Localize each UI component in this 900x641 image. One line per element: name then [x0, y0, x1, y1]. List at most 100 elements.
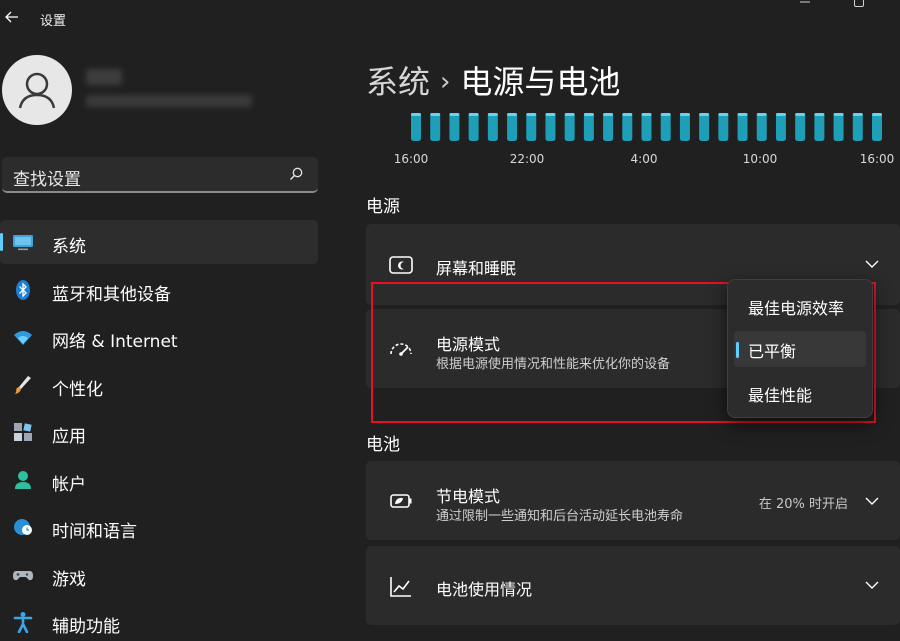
chart-bar: [430, 113, 441, 141]
chart-bar-cap: [833, 113, 844, 116]
sidebar-item-apps[interactable]: 应用: [0, 410, 318, 454]
chart-bar: [411, 113, 421, 141]
chart-bar: [622, 113, 633, 141]
apps-icon: [12, 421, 34, 443]
chart-bar: [641, 113, 652, 141]
chart-bar-cap: [468, 113, 479, 116]
chart-bar: [526, 113, 537, 141]
app-title: 设置: [40, 14, 67, 29]
power-mode-dropdown[interactable]: 最佳电源效率 已平衡 最佳性能: [727, 279, 873, 418]
chart-bar: [603, 113, 614, 141]
chevron-down-icon[interactable]: [864, 256, 880, 272]
chart-bar: [449, 113, 460, 141]
breadcrumb-parent[interactable]: 系统: [366, 63, 430, 101]
battery-saver-card[interactable]: 节电模式 通过限制一些通知和后台活动延长电池寿命 在 20% 时开启: [366, 461, 900, 540]
chart-bar-cap: [699, 113, 710, 116]
battery-saver-title: 节电模式: [436, 487, 501, 506]
avatar[interactable]: [2, 55, 72, 125]
search-input[interactable]: 查找设置: [13, 165, 81, 190]
chart-bar-cap: [795, 113, 806, 116]
chart-bar-cap: [507, 113, 518, 116]
sidebar-item-personalization[interactable]: 个性化: [0, 363, 318, 407]
chart-bar: [718, 113, 729, 141]
gamepad-icon: [12, 564, 34, 586]
sidebar-item-system[interactable]: 系统: [0, 220, 318, 264]
chart-bar: [699, 113, 710, 141]
chart-bar: [679, 113, 690, 141]
dropdown-option-balanced[interactable]: 已平衡: [734, 331, 866, 367]
sidebar-item-label: 帐户: [52, 474, 86, 495]
chart-bar: [564, 113, 575, 141]
chart-bar-cap: [411, 113, 421, 116]
chart-bar-cap: [718, 113, 729, 116]
battery-usage-title: 电池使用情况: [436, 580, 533, 599]
dropdown-option-label: 最佳性能: [748, 386, 813, 405]
chart-bar-cap: [775, 113, 786, 116]
section-title-battery: 电池: [366, 435, 400, 455]
chart-bar-cap: [564, 113, 575, 116]
account-icon: [12, 469, 34, 491]
chart-bar-cap: [430, 113, 441, 116]
chart-bar-cap: [756, 113, 767, 116]
chart-tick-label: 4:00: [631, 152, 658, 166]
chart-bar: [872, 113, 882, 141]
globe-clock-icon: [12, 516, 34, 538]
wifi-icon: [12, 326, 34, 348]
page-title: 电源与电池: [460, 63, 621, 101]
battery-saver-subtitle: 通过限制一些通知和后台活动延长电池寿命: [436, 509, 684, 524]
search-icon[interactable]: [288, 166, 304, 182]
chart-bar: [795, 113, 806, 141]
chart-bar-cap: [660, 113, 671, 116]
minimize-icon[interactable]: [796, 0, 816, 10]
title-bar: 设置: [0, 0, 900, 38]
section-title-power: 电源: [366, 197, 400, 217]
dropdown-option-best-performance[interactable]: 最佳性能: [734, 375, 866, 411]
chart-bar: [756, 113, 767, 141]
profile-email-blurred: [86, 95, 252, 107]
sidebar-item-network[interactable]: 网络 & Internet: [0, 315, 318, 359]
sidebar-item-bluetooth[interactable]: 蓝牙和其他设备: [0, 268, 318, 312]
sidebar-item-label: 网络 & Internet: [52, 332, 178, 352]
dropdown-option-label: 已平衡: [748, 342, 797, 361]
chart-bar-cap: [872, 113, 882, 116]
chart-tick-label: 16:00: [394, 152, 429, 166]
chevron-down-icon[interactable]: [864, 577, 880, 593]
power-mode-subtitle: 根据电源使用情况和性能来优化你的设备: [436, 357, 671, 372]
chart-tick-label: 10:00: [743, 152, 778, 166]
chart-bar: [737, 113, 748, 141]
sidebar-item-gaming[interactable]: 游戏: [0, 553, 318, 597]
search-box[interactable]: 查找设置: [2, 157, 318, 193]
sidebar-item-label: 应用: [52, 427, 86, 447]
sidebar-item-accounts[interactable]: 帐户: [0, 458, 318, 502]
chart-bar-cap: [814, 113, 825, 116]
speedometer-icon: [388, 336, 414, 362]
bluetooth-icon: [12, 279, 34, 301]
monitor-icon: [12, 231, 34, 253]
sidebar-item-accessibility[interactable]: 辅助功能: [0, 600, 318, 641]
chart-line-icon: [388, 574, 414, 600]
chart-bar-cap: [852, 113, 863, 116]
battery-leaf-icon: [388, 488, 414, 514]
chart-bar: [852, 113, 863, 141]
sidebar-item-time-language[interactable]: 时间和语言: [0, 505, 318, 549]
screen-sleep-title: 屏幕和睡眠: [436, 259, 517, 278]
back-arrow-icon[interactable]: [2, 7, 22, 27]
profile-name-blurred: [86, 69, 122, 85]
chart-bar: [814, 113, 825, 141]
chart-bar: [545, 113, 556, 141]
maximize-icon[interactable]: [850, 0, 870, 10]
chevron-down-icon[interactable]: [864, 493, 880, 509]
chart-bar-cap: [679, 113, 690, 116]
active-indicator: [0, 233, 3, 251]
screen-sleep-icon: [388, 252, 414, 278]
chart-bar: [775, 113, 786, 141]
selected-indicator: [736, 342, 739, 358]
chart-tick-label: 22:00: [510, 152, 545, 166]
battery-usage-card[interactable]: 电池使用情况: [366, 546, 900, 625]
chart-bar-cap: [603, 113, 614, 116]
sidebar-item-label: 蓝牙和其他设备: [52, 284, 171, 305]
dropdown-option-best-efficiency[interactable]: 最佳电源效率: [734, 288, 866, 324]
chart-bar-cap: [641, 113, 652, 116]
chart-bar: [468, 113, 479, 141]
chart-bar: [833, 113, 844, 141]
